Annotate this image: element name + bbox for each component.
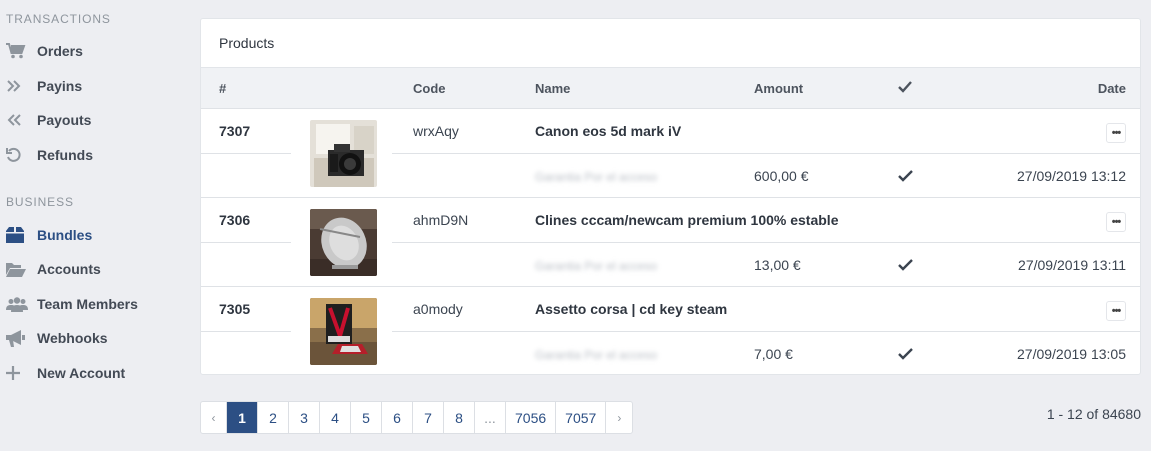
bullhorn-icon	[6, 329, 28, 347]
pagination-page-5[interactable]: 5	[351, 402, 382, 433]
sidebar-item-orders[interactable]: Orders	[6, 40, 83, 62]
sidebar-item-payins[interactable]: Payins	[6, 75, 82, 97]
sidebar-item-label: Payins	[37, 78, 83, 94]
pagination-page-4[interactable]: 4	[320, 402, 351, 433]
row-detail: Garantia Por el acceso	[535, 259, 658, 273]
folder-open-icon	[6, 260, 28, 278]
cart-icon	[6, 42, 28, 60]
row-divider	[392, 153, 1140, 154]
pagination-prev-button[interactable]: ‹	[201, 402, 227, 433]
pagination-next-button[interactable]: ›	[606, 402, 632, 433]
table-header: # Code Name Amount Date	[201, 68, 1140, 109]
row-detail: Garantia Por el acceso	[535, 348, 658, 362]
row-code: ahmD9N	[413, 212, 469, 228]
pagination: ‹ 1 2 3 4 5 6 7 8 ... 7056 7057 ›	[200, 401, 634, 434]
card-title: Products	[201, 19, 1140, 68]
box-icon	[6, 226, 28, 244]
sidebar-item-label: Accounts	[37, 261, 101, 277]
product-thumbnail-camera[interactable]	[310, 120, 377, 187]
row-detail: Garantia Por el acceso	[535, 170, 658, 184]
row-id: 7306	[219, 212, 251, 228]
double-chevron-left-icon	[6, 111, 28, 129]
row-amount: 13,00 €	[754, 257, 801, 273]
row-date: 27/09/2019 13:11	[1018, 257, 1126, 273]
pagination-page-6[interactable]: 6	[382, 402, 413, 433]
sidebar-item-refunds[interactable]: Refunds	[6, 144, 93, 166]
column-header-status	[898, 68, 912, 108]
row-amount: 7,00 €	[754, 346, 793, 362]
section-title-transactions: TRANSACTIONS	[6, 12, 111, 26]
users-icon	[6, 295, 28, 313]
double-chevron-right-icon	[6, 77, 28, 95]
plus-icon	[6, 364, 28, 382]
row-code: a0mody	[413, 301, 463, 317]
check-icon	[898, 166, 913, 186]
pagination-page-7057[interactable]: 7057	[556, 402, 607, 433]
row-divider	[201, 153, 291, 154]
row-id: 7307	[219, 123, 251, 139]
column-header-id: #	[219, 80, 227, 96]
column-header-code: Code	[413, 80, 446, 96]
pagination-ellipsis: ...	[475, 402, 506, 433]
row-divider	[392, 242, 1140, 243]
products-card: Products # Code Name Amount Date 7307 wr…	[200, 18, 1141, 375]
sidebar-item-label: Team Members	[37, 296, 138, 312]
pagination-page-2[interactable]: 2	[258, 402, 289, 433]
row-code: wrxAqy	[413, 123, 459, 139]
check-icon	[898, 80, 912, 96]
row-name[interactable]: Clines cccam/newcam premium 100% estable	[535, 210, 838, 230]
row-amount: 600,00 €	[754, 168, 809, 184]
satellite-dish-thumb-image	[310, 209, 377, 276]
sidebar-item-bundles[interactable]: Bundles	[6, 224, 92, 246]
pagination-page-3[interactable]: 3	[289, 402, 320, 433]
pagination-page-7056[interactable]: 7056	[506, 402, 557, 433]
check-icon	[898, 255, 913, 275]
sidebar-item-label: Bundles	[37, 227, 93, 243]
game-box-thumb-image	[310, 298, 377, 365]
pagination-page-1[interactable]: 1	[227, 402, 258, 433]
sidebar-item-new-account[interactable]: New Account	[6, 362, 125, 384]
column-header-name: Name	[535, 80, 571, 96]
sidebar-item-webhooks[interactable]: Webhooks	[6, 327, 108, 349]
product-thumbnail-game-box[interactable]	[310, 298, 377, 365]
sidebar-item-label: Orders	[37, 43, 83, 59]
row-divider	[392, 331, 1140, 332]
row-divider	[201, 331, 291, 332]
row-id: 7305	[219, 301, 251, 317]
column-header-date: Date	[1097, 80, 1126, 96]
table-row[interactable]: 7305 a0mody Assetto corsa | cd key steam…	[201, 287, 1140, 374]
undo-icon	[6, 146, 28, 164]
row-actions-button[interactable]: •••	[1106, 301, 1126, 321]
pagination-page-7[interactable]: 7	[413, 402, 444, 433]
sidebar-item-accounts[interactable]: Accounts	[6, 258, 101, 280]
pagination-page-8[interactable]: 8	[444, 402, 475, 433]
row-date: 27/09/2019 13:05	[1017, 346, 1126, 362]
row-date: 27/09/2019 13:12	[1017, 168, 1126, 184]
row-actions-button[interactable]: •••	[1106, 212, 1126, 232]
sidebar-item-label: Refunds	[37, 147, 93, 163]
row-divider	[201, 242, 291, 243]
results-count: 1 - 12 of 84680	[1046, 406, 1141, 422]
row-name[interactable]: Assetto corsa | cd key steam	[535, 299, 727, 319]
section-title-business: BUSINESS	[6, 195, 74, 209]
row-actions-button[interactable]: •••	[1106, 123, 1126, 143]
product-thumbnail-satellite-dish[interactable]	[310, 209, 377, 276]
camera-thumb-image	[310, 120, 377, 187]
sidebar-item-team-members[interactable]: Team Members	[6, 293, 138, 315]
table-row[interactable]: 7306 ahmD9N Clines cccam/newcam premium …	[201, 198, 1140, 287]
sidebar-item-payouts[interactable]: Payouts	[6, 109, 91, 131]
sidebar-item-label: New Account	[37, 365, 126, 381]
column-header-amount: Amount	[754, 80, 804, 96]
row-name[interactable]: Canon eos 5d mark iV	[535, 121, 681, 141]
sidebar: TRANSACTIONS Orders Payins Payouts Refun…	[0, 0, 185, 451]
sidebar-item-label: Payouts	[37, 112, 92, 128]
table-row[interactable]: 7307 wrxAqy Canon eos 5d mark iV ••• Gar…	[201, 109, 1140, 198]
sidebar-item-label: Webhooks	[37, 330, 108, 346]
check-icon	[898, 344, 913, 364]
